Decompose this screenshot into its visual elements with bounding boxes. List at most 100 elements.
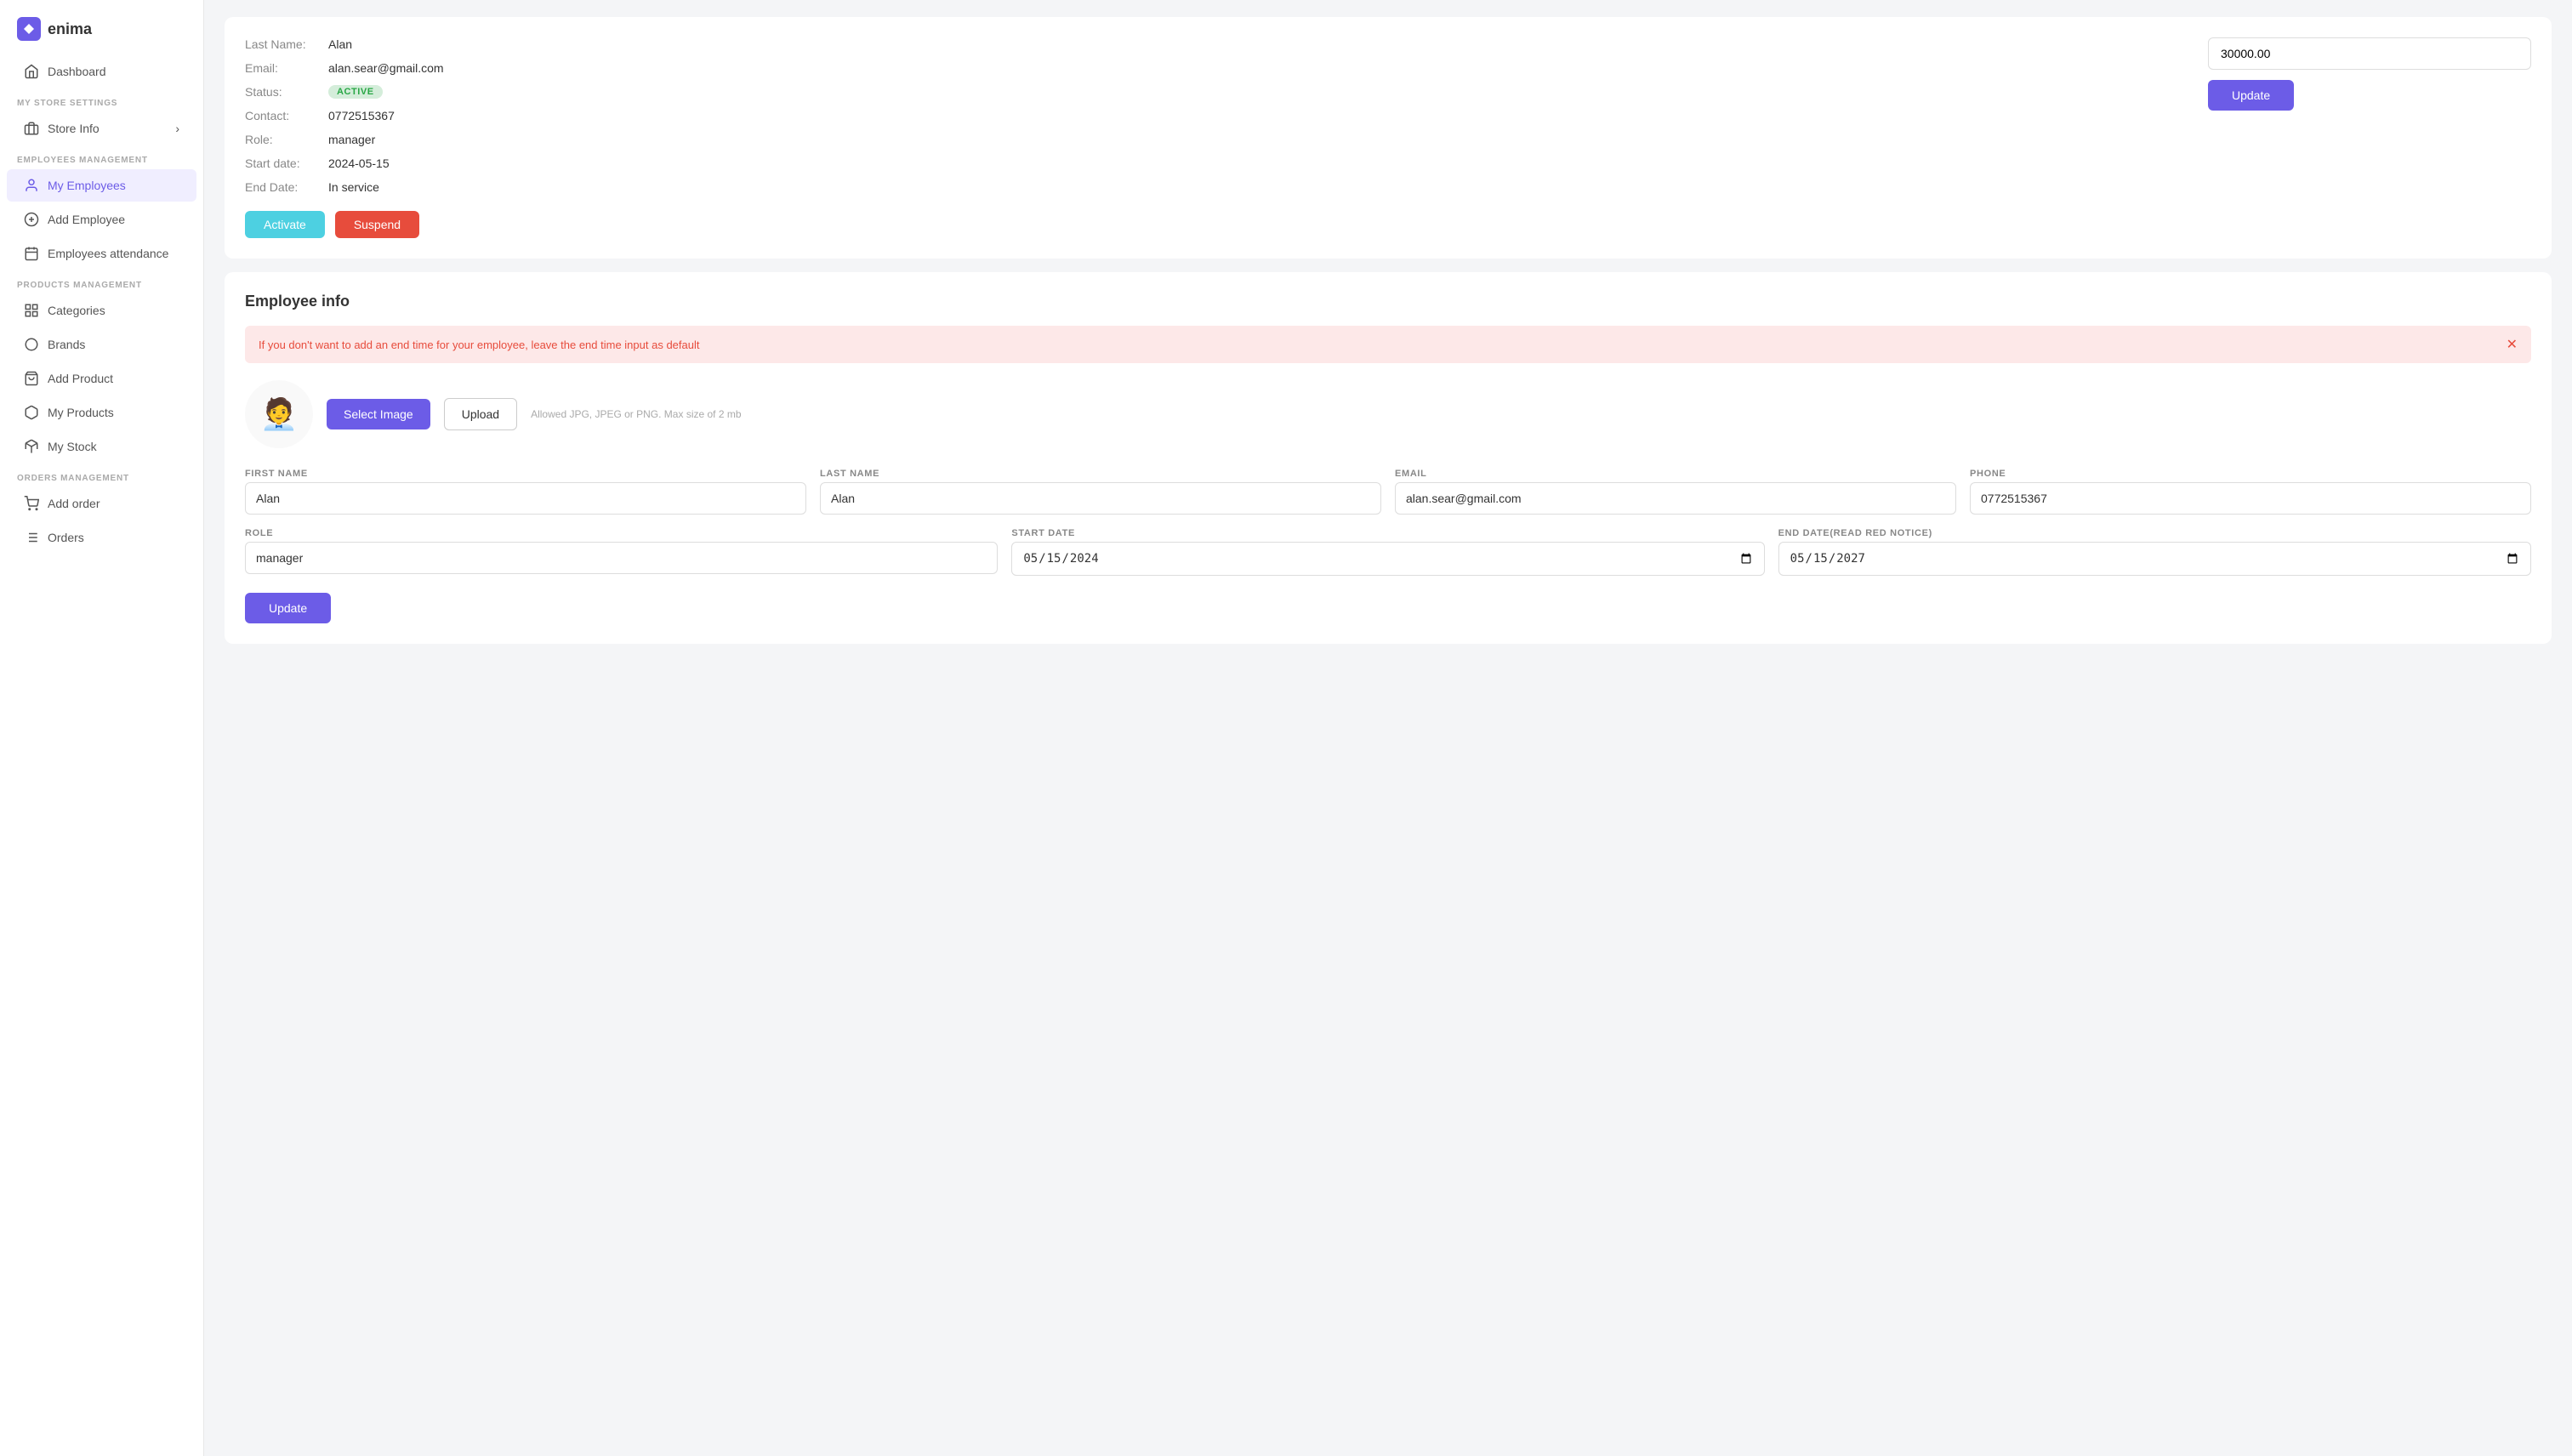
role-label: ROLE bbox=[245, 528, 998, 538]
bag-icon bbox=[24, 371, 39, 386]
sidebar-item-label: Store Info bbox=[48, 122, 167, 135]
cube-icon bbox=[24, 405, 39, 420]
calendar-icon bbox=[24, 246, 39, 261]
section-label-store: MY STORE SETTINGS bbox=[0, 88, 203, 111]
phone-label: PHONE bbox=[1970, 469, 2531, 479]
employee-actions: Activate Suspend bbox=[245, 211, 2188, 238]
start-date-group: START DATE bbox=[1011, 528, 1764, 576]
update-salary-button[interactable]: Update bbox=[2208, 80, 2294, 111]
email-input[interactable] bbox=[1395, 482, 1956, 515]
alert-text: If you don't want to add an end time for… bbox=[259, 338, 699, 351]
grid-icon bbox=[24, 303, 39, 318]
sidebar-item-store-info[interactable]: Store Info › bbox=[7, 112, 196, 145]
end-date-row: End Date: In service bbox=[245, 180, 2188, 194]
employee-summary-right: Update bbox=[2208, 37, 2531, 238]
select-image-button[interactable]: Select Image bbox=[327, 399, 430, 429]
sidebar-item-add-product[interactable]: Add Product bbox=[7, 362, 196, 395]
role-input[interactable] bbox=[245, 542, 998, 574]
person-icon bbox=[24, 178, 39, 193]
sidebar-item-add-order[interactable]: Add order bbox=[7, 487, 196, 520]
last-name-group: LAST NAME bbox=[820, 469, 1381, 515]
sidebar-item-orders[interactable]: Orders bbox=[7, 521, 196, 554]
cart-icon bbox=[24, 496, 39, 511]
suspend-button[interactable]: Suspend bbox=[335, 211, 419, 238]
phone-input[interactable] bbox=[1970, 482, 2531, 515]
activate-button[interactable]: Activate bbox=[245, 211, 325, 238]
contact-label: Contact: bbox=[245, 109, 322, 122]
alert-banner: If you don't want to add an end time for… bbox=[245, 326, 2531, 363]
circle-icon bbox=[24, 337, 39, 352]
salary-input[interactable] bbox=[2208, 37, 2531, 70]
sidebar-item-label: Dashboard bbox=[48, 65, 179, 78]
start-date-label: Start date: bbox=[245, 156, 322, 170]
logo-icon bbox=[17, 17, 41, 41]
app-name: enima bbox=[48, 20, 92, 38]
last-name-label: Last Name: bbox=[245, 37, 322, 51]
add-circle-icon bbox=[24, 212, 39, 227]
alert-close-button[interactable]: ✕ bbox=[2507, 336, 2518, 353]
role-label: Role: bbox=[245, 133, 322, 146]
sidebar-item-label: My Employees bbox=[48, 179, 179, 192]
upload-button[interactable]: Upload bbox=[444, 398, 517, 430]
sidebar-item-label: My Stock bbox=[48, 440, 179, 453]
home-icon bbox=[24, 64, 39, 79]
end-date-input[interactable] bbox=[1778, 542, 2531, 576]
start-date-input[interactable] bbox=[1011, 542, 1764, 576]
email-label: EMAIL bbox=[1395, 469, 1956, 479]
sidebar-item-brands[interactable]: Brands bbox=[7, 328, 196, 361]
sidebar-item-label: My Products bbox=[48, 406, 179, 419]
status-badge: ACTIVE bbox=[328, 85, 383, 99]
sidebar-item-add-employee[interactable]: Add Employee bbox=[7, 203, 196, 236]
employee-info-card: Employee info If you don't want to add a… bbox=[225, 272, 2552, 644]
end-date-label: END DATE(READ RED NOTICE) bbox=[1778, 528, 2531, 538]
sidebar-item-employees-attendance[interactable]: Employees attendance bbox=[7, 237, 196, 270]
sidebar-item-label: Categories bbox=[48, 304, 179, 317]
email-row: Email: alan.sear@gmail.com bbox=[245, 61, 2188, 75]
end-date-value: In service bbox=[328, 180, 379, 194]
first-name-label: FIRST NAME bbox=[245, 469, 806, 479]
store-icon bbox=[24, 121, 39, 136]
sidebar: enima Dashboard MY STORE SETTINGS Store … bbox=[0, 0, 204, 1456]
first-name-input[interactable] bbox=[245, 482, 806, 515]
last-name-input[interactable] bbox=[820, 482, 1381, 515]
email-value: alan.sear@gmail.com bbox=[328, 61, 444, 75]
update-info-button[interactable]: Update bbox=[245, 593, 331, 623]
last-name-row: Last Name: Alan bbox=[245, 37, 2188, 51]
upload-hint: Allowed JPG, JPEG or PNG. Max size of 2 … bbox=[531, 408, 741, 420]
avatar: 🧑‍💼 bbox=[245, 380, 313, 448]
role-group: ROLE bbox=[245, 528, 998, 576]
start-date-value: 2024-05-15 bbox=[328, 156, 390, 170]
sidebar-item-my-products[interactable]: My Products bbox=[7, 396, 196, 429]
sidebar-item-my-stock[interactable]: My Stock bbox=[7, 430, 196, 463]
employee-summary-left: Last Name: Alan Email: alan.sear@gmail.c… bbox=[245, 37, 2188, 238]
sidebar-item-label: Brands bbox=[48, 338, 179, 351]
sidebar-item-label: Add order bbox=[48, 497, 179, 510]
sidebar-item-label: Orders bbox=[48, 531, 179, 544]
form-grid-top: FIRST NAME LAST NAME EMAIL PHONE bbox=[245, 469, 2531, 515]
section-label-products: PRODUCTS MANAGEMENT bbox=[0, 270, 203, 293]
main-content: Last Name: Alan Email: alan.sear@gmail.c… bbox=[204, 0, 2572, 1456]
email-label: Email: bbox=[245, 61, 322, 75]
sidebar-item-dashboard[interactable]: Dashboard bbox=[7, 55, 196, 88]
role-value: manager bbox=[328, 133, 375, 146]
sidebar-item-label: Employees attendance bbox=[48, 247, 179, 260]
status-label: Status: bbox=[245, 85, 322, 99]
list-icon bbox=[24, 530, 39, 545]
last-name-value: Alan bbox=[328, 37, 352, 51]
email-group: EMAIL bbox=[1395, 469, 1956, 515]
end-date-label: End Date: bbox=[245, 180, 322, 194]
sidebar-item-my-employees[interactable]: My Employees bbox=[7, 169, 196, 202]
contact-value: 0772515367 bbox=[328, 109, 395, 122]
sidebar-item-categories[interactable]: Categories bbox=[7, 294, 196, 327]
section-label-orders: ORDERS MANAGEMENT bbox=[0, 464, 203, 486]
logo: enima bbox=[0, 0, 203, 54]
first-name-group: FIRST NAME bbox=[245, 469, 806, 515]
sidebar-item-label: Add Product bbox=[48, 372, 179, 385]
last-name-label: LAST NAME bbox=[820, 469, 1381, 479]
image-upload-row: 🧑‍💼 Select Image Upload Allowed JPG, JPE… bbox=[245, 380, 2531, 448]
form-grid-bottom: ROLE START DATE END DATE(READ RED NOTICE… bbox=[245, 528, 2531, 576]
employee-summary-card: Last Name: Alan Email: alan.sear@gmail.c… bbox=[225, 17, 2552, 259]
sidebar-item-label: Add Employee bbox=[48, 213, 179, 226]
end-date-group: END DATE(READ RED NOTICE) bbox=[1778, 528, 2531, 576]
section-label-employees: EMPLOYEES MANAGEMENT bbox=[0, 145, 203, 168]
